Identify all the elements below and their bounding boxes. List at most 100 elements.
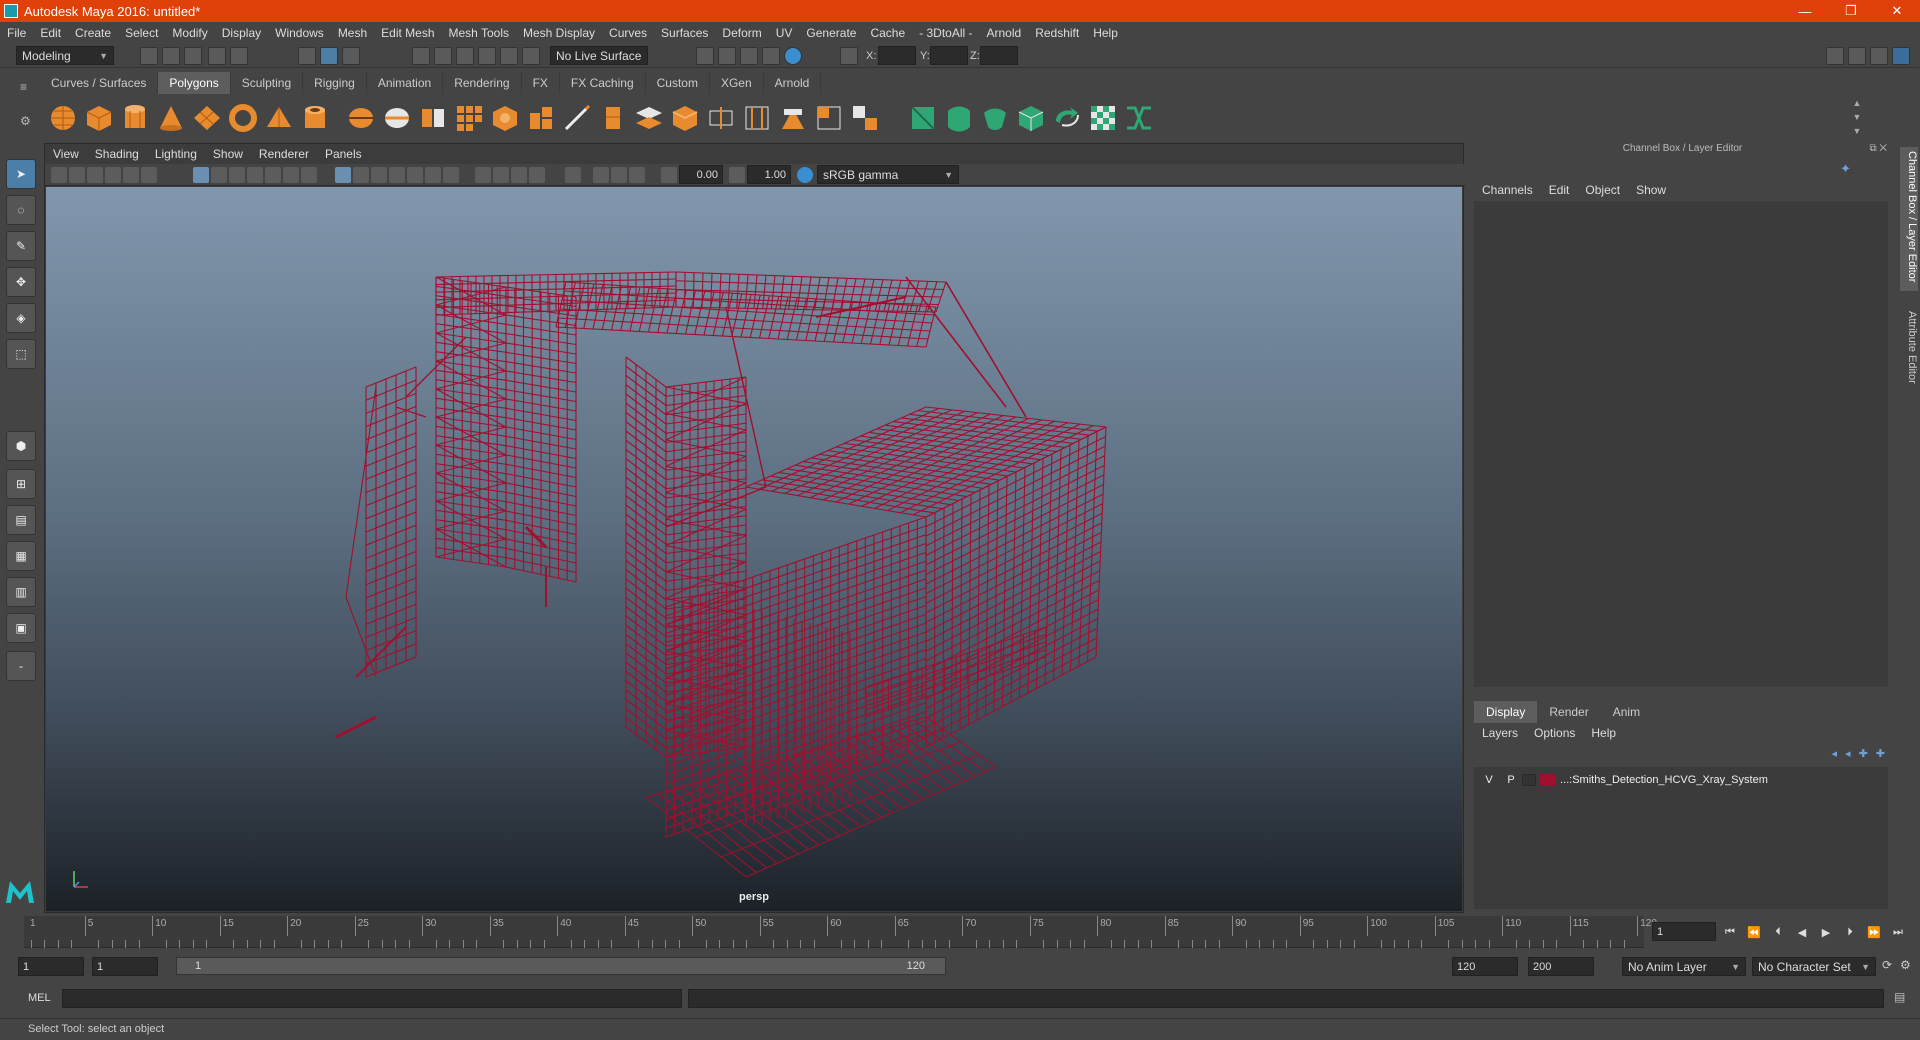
snap-point-icon[interactable] — [456, 47, 474, 65]
menu-arnold[interactable]: Arnold — [980, 26, 1029, 40]
panel-menu-panels[interactable]: Panels — [317, 147, 370, 161]
menu-cache[interactable]: Cache — [863, 26, 912, 40]
select-camera-icon[interactable] — [51, 167, 67, 183]
menu-mesh-display[interactable]: Mesh Display — [516, 26, 602, 40]
gamma-field[interactable]: 1.00 — [747, 165, 791, 184]
fill-hole-icon[interactable] — [814, 103, 844, 133]
move-tool-icon[interactable]: ✥ — [6, 267, 36, 297]
layer-tab-display[interactable]: Display — [1474, 701, 1538, 723]
hypershade-icon[interactable] — [784, 47, 802, 65]
combine-icon[interactable] — [346, 103, 376, 133]
channel-box-toggle-icon[interactable] — [1892, 47, 1910, 65]
spherical-mapping-icon[interactable] — [980, 103, 1010, 133]
isolate-select-icon[interactable] — [565, 167, 581, 183]
x-field[interactable] — [878, 46, 916, 65]
grease-pencil-icon[interactable] — [141, 167, 157, 183]
layer-row[interactable]: V P ...:Smiths_Detection_HCVG_Xray_Syste… — [1478, 771, 1882, 789]
bookmarks-icon[interactable] — [87, 167, 103, 183]
new-scene-icon[interactable] — [140, 47, 158, 65]
command-language-label[interactable]: MEL — [28, 992, 51, 1004]
safe-action-icon[interactable] — [283, 167, 299, 183]
select-tool-icon[interactable]: ➤ — [6, 159, 36, 189]
wireframe-icon[interactable] — [335, 167, 351, 183]
menu-create[interactable]: Create — [68, 26, 118, 40]
panel-menu-view[interactable]: View — [45, 147, 87, 161]
range-slider[interactable]: 1 120 — [176, 957, 946, 975]
hypershade-layout-icon[interactable]: ▣ — [6, 613, 36, 643]
snap-grid-icon[interactable] — [412, 47, 430, 65]
safe-title-icon[interactable] — [301, 167, 317, 183]
shadows-icon[interactable] — [443, 167, 459, 183]
smooth-shade-icon[interactable] — [353, 167, 369, 183]
xray-joints-icon[interactable] — [629, 167, 645, 183]
persp-outliner-layout-icon[interactable]: ▤ — [6, 505, 36, 535]
poly-sphere-icon[interactable] — [48, 103, 78, 133]
extrude-icon[interactable] — [598, 103, 628, 133]
z-field[interactable] — [980, 46, 1018, 65]
menu-generate[interactable]: Generate — [799, 26, 863, 40]
menu-select[interactable]: Select — [118, 26, 165, 40]
go-to-start-icon[interactable]: ⏮ — [1720, 924, 1740, 940]
shelf-tab-fx-caching[interactable]: FX Caching — [559, 72, 646, 94]
menu-3dtoall[interactable]: - 3DtoAll - — [912, 26, 979, 40]
snap-curve-icon[interactable] — [434, 47, 452, 65]
channel-box-menu-show[interactable]: Show — [1628, 183, 1674, 197]
menu-windows[interactable]: Windows — [268, 26, 331, 40]
cylindrical-mapping-icon[interactable] — [944, 103, 974, 133]
script-editor-icon[interactable]: ▤ — [1894, 990, 1905, 1004]
four-view-layout-icon[interactable]: ⊞ — [6, 469, 36, 499]
playback-start-field[interactable]: 1 — [92, 957, 158, 976]
snap-surface-icon[interactable] — [500, 47, 518, 65]
poly-torus-icon[interactable] — [228, 103, 258, 133]
panel-menu-shading[interactable]: Shading — [87, 147, 147, 161]
menu-set-dropdown[interactable]: Modeling ▼ — [16, 46, 114, 65]
panel-float-close-icon[interactable]: ⧉ ✕ — [1869, 143, 1887, 154]
menu-file[interactable]: File — [0, 26, 33, 40]
open-scene-icon[interactable] — [162, 47, 180, 65]
poly-plane-icon[interactable] — [192, 103, 222, 133]
maximize-button[interactable]: ❐ — [1828, 0, 1874, 22]
shelf-tab-arnold[interactable]: Arnold — [763, 72, 822, 94]
layer-color-swatch[interactable] — [1540, 774, 1556, 786]
attribute-editor-toggle-icon[interactable] — [1848, 47, 1866, 65]
shelf-tab-curves-surfaces[interactable]: Curves / Surfaces — [40, 72, 159, 94]
single-perspective-layout-icon[interactable]: ⬢ — [6, 431, 36, 461]
live-surface-field[interactable]: No Live Surface — [550, 46, 648, 65]
film-gate-icon[interactable] — [211, 167, 227, 183]
shelf-tab-fx[interactable]: FX — [521, 72, 560, 94]
transfer-attributes-icon[interactable] — [1052, 103, 1082, 133]
planar-mapping-icon[interactable] — [908, 103, 938, 133]
channel-box-menu-object[interactable]: Object — [1577, 183, 1628, 197]
panel-menu-show[interactable]: Show — [205, 147, 251, 161]
separate-icon[interactable] — [382, 103, 412, 133]
select-hierarchy-icon[interactable] — [298, 47, 316, 65]
y-field[interactable] — [930, 46, 968, 65]
depth-of-field-icon[interactable] — [529, 167, 545, 183]
playback-end-field[interactable]: 120 — [1452, 957, 1518, 976]
time-ruler[interactable]: 1 5 10 15 20 25 30 35 40 45 50 55 60 65 70 75 80 85 90 95 1… — [24, 916, 1657, 948]
view-transform-dropdown[interactable]: sRGB gamma ▼ — [817, 165, 959, 184]
default-material-icon[interactable] — [371, 167, 387, 183]
animation-preferences-icon[interactable]: ⚙ — [1900, 958, 1911, 972]
save-scene-icon[interactable] — [184, 47, 202, 65]
menu-mesh-tools[interactable]: Mesh Tools — [442, 26, 516, 40]
transform-mode-icon[interactable] — [840, 47, 858, 65]
xray-active-components-icon[interactable] — [611, 167, 627, 183]
two-d-pan-zoom-icon[interactable] — [123, 167, 139, 183]
resolution-gate-icon[interactable] — [229, 167, 245, 183]
gate-mask-icon[interactable] — [247, 167, 263, 183]
color-management-icon[interactable] — [797, 167, 813, 183]
new-empty-layer-icon[interactable]: ✚ — [1859, 747, 1868, 760]
ipr-render-icon[interactable] — [740, 47, 758, 65]
poly-cone-icon[interactable] — [156, 103, 186, 133]
layer-playback-toggle[interactable]: P — [1500, 774, 1522, 786]
side-tab-channel-box[interactable]: Channel Box / Layer Editor — [1900, 147, 1918, 291]
anti-aliasing-icon[interactable] — [511, 167, 527, 183]
step-forward-key-icon[interactable]: ⏵ — [1840, 924, 1860, 940]
motion-blur-icon[interactable] — [493, 167, 509, 183]
uv-editor-icon[interactable] — [1088, 103, 1118, 133]
field-chart-icon[interactable] — [265, 167, 281, 183]
menu-curves[interactable]: Curves — [602, 26, 654, 40]
exposure-icon[interactable] — [661, 167, 677, 183]
play-forwards-icon[interactable]: ▶ — [1816, 924, 1836, 940]
